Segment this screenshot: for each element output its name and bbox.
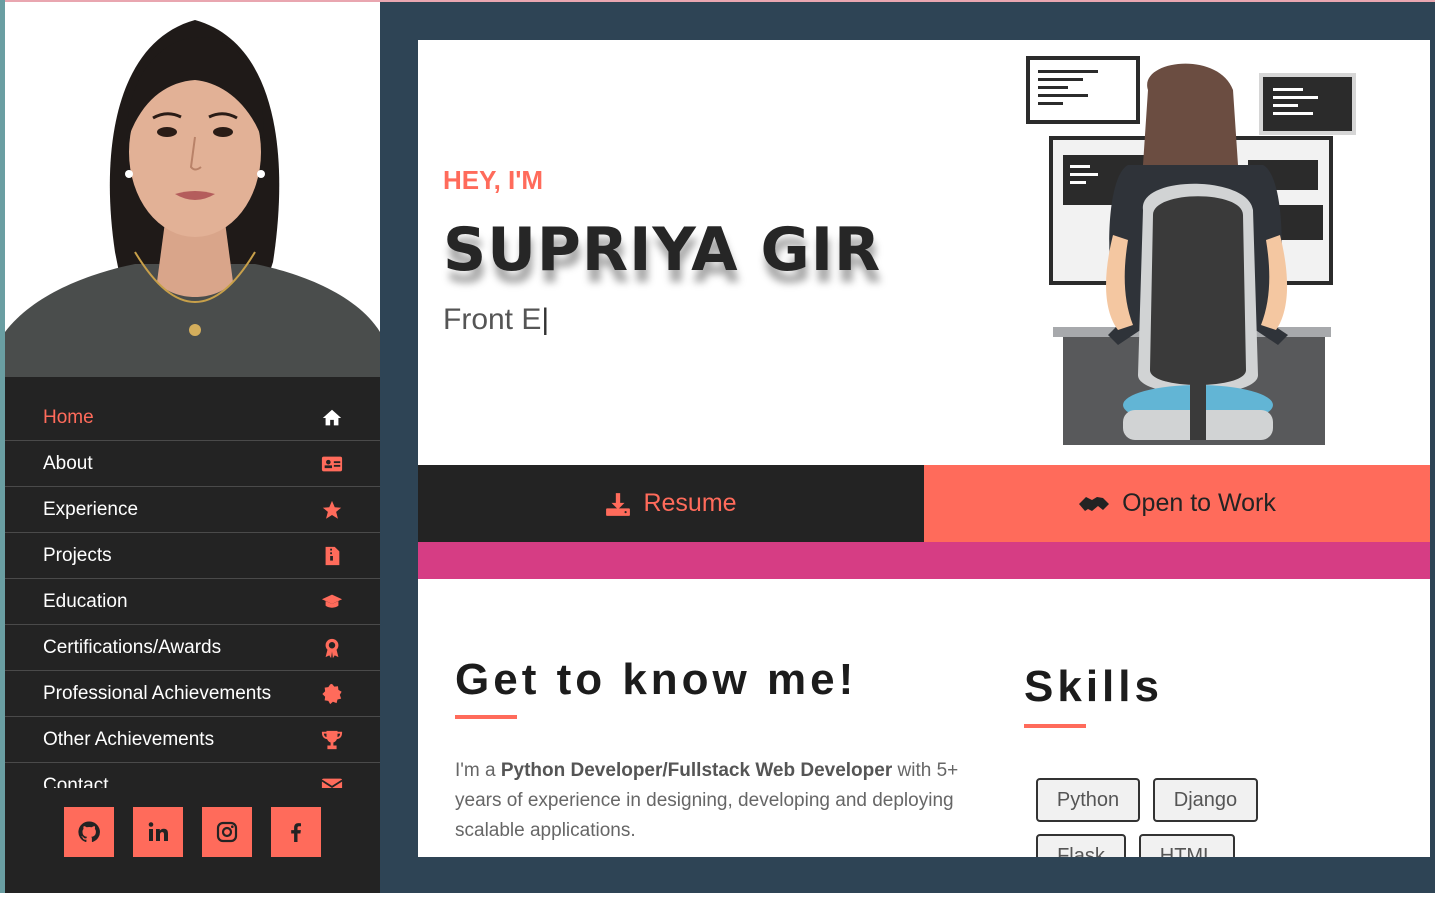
about-role-emphasis: Python Developer/Fullstack Web Developer [500,760,893,781]
nav-label: Certifications/Awards [43,636,222,658]
hero-greeting: HEY, I'M [443,165,544,195]
nav-label: Home [43,406,94,428]
file-icon [320,544,344,568]
instagram-link[interactable] [202,807,252,857]
envelope-icon [320,774,344,788]
badge-icon [320,682,344,706]
heading-underline [1024,724,1086,728]
social-links [64,807,321,857]
about-text-prefix: I'm a [455,760,501,781]
role-typed-text: Front E [443,303,542,336]
id-card-icon [320,452,344,476]
resume-label: Resume [643,489,737,517]
nav-label: Professional Achievements [43,682,272,704]
nav-item-projects[interactable]: Projects [5,533,380,579]
skill-tag[interactable]: Flask [1036,834,1126,857]
star-icon [320,498,344,522]
nav-item-experience[interactable]: Experience [5,487,380,533]
hero-role: Front E| [443,303,549,337]
nav-label: Experience [43,498,139,520]
award-icon [320,636,344,660]
heading-underline [455,715,517,719]
linkedin-icon [148,822,168,841]
nav-item-certifications[interactable]: Certifications/Awards [5,625,380,671]
nav-label: Projects [43,544,112,566]
nav-label: Education [43,590,128,612]
nav-item-about[interactable]: About [5,441,380,487]
facebook-link[interactable] [271,807,321,857]
graduation-cap-icon [320,590,344,614]
nav-label: Other Achievements [43,728,215,750]
nav-item-other-achievements[interactable]: Other Achievements [5,717,380,763]
nav-label: About [43,452,93,474]
main-content: HEY, I'M SUPRIYA GIR Front E| Resume Ope… [418,40,1430,857]
nav-item-contact[interactable]: Contact [5,763,380,788]
sidebar: Home About Experience Projects Education [5,2,380,893]
profile-photo [5,2,380,377]
open-to-work-button[interactable]: Open to Work [924,465,1430,542]
accent-bar [418,542,1430,579]
sidebar-nav: Home About Experience Projects Education [5,395,380,788]
resume-button[interactable]: Resume [418,465,924,542]
skill-tag[interactable]: Python [1036,778,1140,822]
skills-heading: Skills [1024,662,1163,711]
linkedin-link[interactable] [133,807,183,857]
open-to-work-label: Open to Work [1122,489,1276,517]
nav-item-professional-achievements[interactable]: Professional Achievements [5,671,380,717]
home-icon [320,406,344,430]
nav-item-home[interactable]: Home [5,395,380,441]
github-icon [78,821,100,843]
handshake-icon [1079,496,1110,511]
hero-name: SUPRIYA GIR [443,215,882,285]
download-icon [606,492,631,516]
skill-tag[interactable]: HTML [1139,834,1235,857]
hero-section: HEY, I'M SUPRIYA GIR Front E| [418,40,1430,465]
skill-tag[interactable]: Django [1153,778,1258,822]
bottom-edge [0,893,1435,897]
about-heading: Get to know me! [455,655,858,704]
about-text: I'm a Python Developer/Fullstack Web Dev… [455,756,1000,846]
instagram-icon [216,821,238,843]
facebook-icon [291,823,301,842]
trophy-icon [320,728,344,752]
typing-cursor: | [541,303,550,336]
github-link[interactable] [64,807,114,857]
nav-label: Contact [43,774,109,789]
nav-item-education[interactable]: Education [5,579,380,625]
developer-illustration [1018,55,1358,450]
